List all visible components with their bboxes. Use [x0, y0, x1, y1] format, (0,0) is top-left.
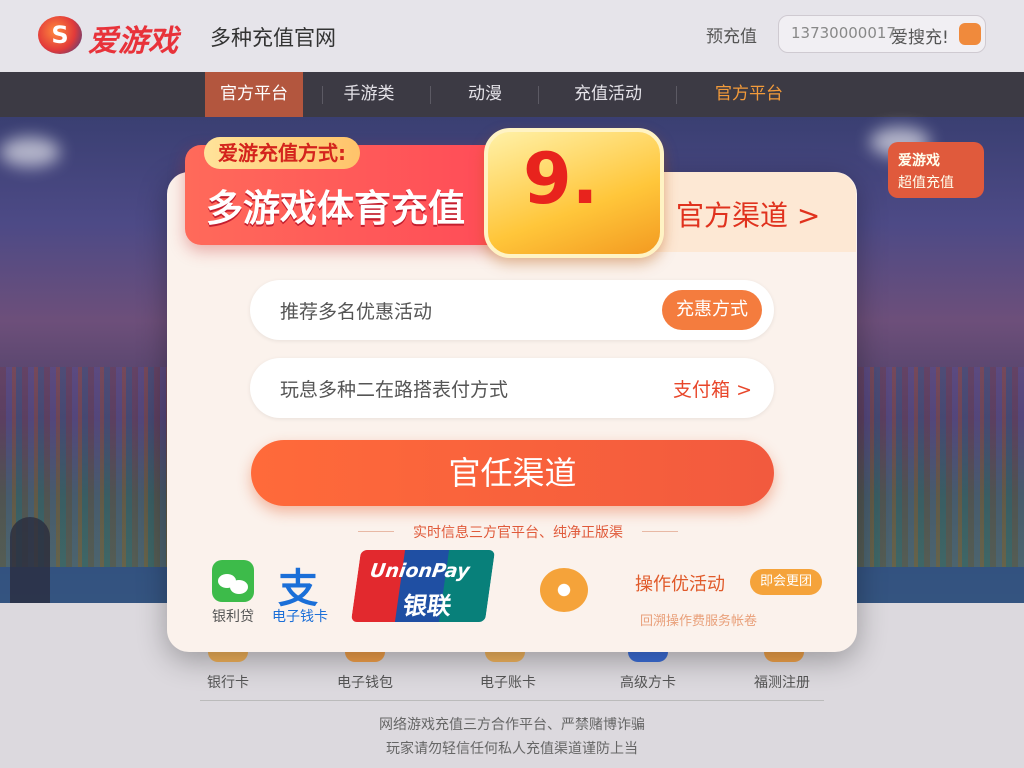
wechat-pay-icon[interactable] [212, 560, 254, 602]
nav-item-home[interactable]: 官方平台 [205, 72, 303, 117]
payment-row-text: 玩息多种二在路搭表付方式 [280, 379, 509, 401]
activity-subtitle: 回溯操作费服务帐卷 [640, 614, 758, 629]
top-link[interactable]: 预充值 [706, 22, 757, 47]
promo-row[interactable]: 推荐多名优惠活动 充惠方式 [250, 280, 774, 340]
side-badge-title: 爱游戏 [898, 153, 940, 169]
official-channel-label: 官方渠道 > [676, 199, 821, 232]
logo-text[interactable]: 爱游戏 [88, 16, 178, 60]
payment-row[interactable]: 玩息多种二在路搭表付方式 支付箱 > [250, 358, 774, 418]
section-divider [200, 700, 824, 701]
footer-line-1: 网络游戏充值三方合作平台、严禁赌博诈骗 [379, 717, 645, 733]
user-icon[interactable] [959, 23, 981, 45]
unionpay-text: UnionPay [368, 560, 472, 582]
nav-divider [676, 86, 677, 104]
side-badge-sub: 超值充值 [898, 175, 954, 191]
nav-item-official[interactable]: 官方平台 [694, 72, 804, 117]
activity-title: 操作优活动 [635, 574, 725, 595]
promo-method-button[interactable]: 充惠方式 [662, 290, 762, 330]
search-button[interactable]: 爱搜充! [891, 23, 949, 48]
footer-line-2: 玩家请勿轻信任何私人充值渠道谨防上当 [386, 741, 638, 757]
flower-icon[interactable] [540, 568, 588, 612]
nav-item-mobile[interactable]: 手游类 [322, 72, 416, 117]
card-label: 电子账卡 [480, 675, 536, 691]
nav-item-anime[interactable]: 动漫 [440, 72, 530, 117]
pay-label: 高级方卡 [620, 675, 676, 691]
main-nav: 官方平台 手游类 动漫 充值活动 官方平台 [0, 72, 1024, 117]
banner-tag: 爱游充值方式: [204, 137, 360, 169]
payment-link[interactable]: 支付箱 > [673, 375, 752, 402]
activity-button[interactable]: 即会更团 [750, 569, 823, 595]
wallet-label: 电子钱包 [337, 675, 393, 691]
search-input[interactable]: 13730000017 [791, 24, 896, 42]
nav-divider [430, 86, 431, 104]
unionpay-logo-icon[interactable]: UnionPay 银联 [350, 550, 496, 622]
official-channel-button[interactable]: 官任渠道 [251, 440, 774, 506]
top-header: S 爱游戏 多种充值官网 预充值 13730000017 爱搜充! [0, 0, 1024, 72]
promo-row-text: 推荐多名优惠活动 [280, 301, 433, 323]
official-channel-tab[interactable]: 官方渠道 > [650, 172, 856, 252]
nav-divider [538, 86, 539, 104]
coin-number: 9. [523, 138, 599, 220]
logo-icon[interactable]: S [38, 16, 82, 54]
site-subtitle: 多种充值官网 [210, 26, 336, 50]
side-promo-badge[interactable]: 爱游戏 超值充值 [888, 142, 984, 198]
nav-item-recharge[interactable]: 充值活动 [552, 72, 664, 117]
alipay-label: 电子钱卡 [272, 609, 328, 625]
register-label: 福测注册 [754, 675, 810, 691]
info-divider: 实时信息三方官平台、纯净正版渠 [358, 522, 678, 542]
unionpay-cn-text: 银联 [401, 592, 454, 620]
banner-title: 多游戏体育充值 [206, 187, 465, 230]
wechat-pay-label: 银利贷 [212, 609, 254, 625]
search-box[interactable]: 13730000017 爱搜充! [778, 15, 986, 53]
bank-card-label: 银行卡 [207, 675, 249, 691]
wechat-bubble [230, 580, 248, 594]
stadium-light [0, 137, 60, 167]
